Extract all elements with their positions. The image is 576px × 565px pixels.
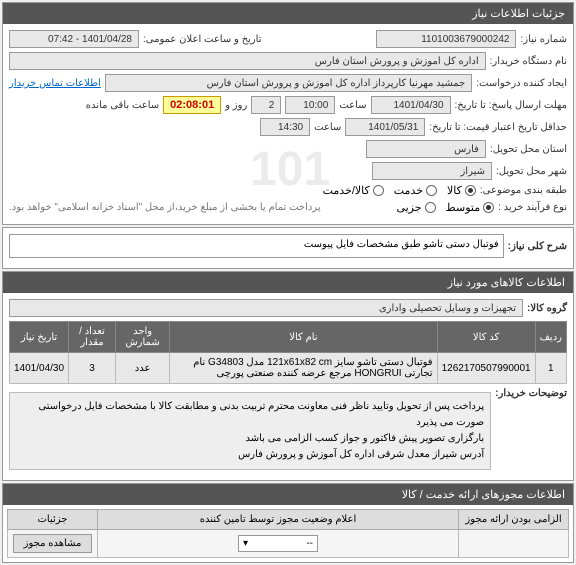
day-label: روز و [225, 100, 247, 111]
th-mandatory: الزامی بودن ارائه مجوز [459, 510, 569, 530]
validity-time: 14:30 [260, 118, 310, 136]
permits-header: اطلاعات مجوزهای ارائه خدمت / کالا [3, 484, 573, 505]
th-qty: تعداد / مقدار [69, 322, 116, 353]
need-details-panel: جزئیات اطلاعات نیاز شماره نیاز: 11010036… [2, 2, 574, 225]
city-label: شهر محل تحویل: [496, 166, 567, 177]
need-details-header: جزئیات اطلاعات نیاز [3, 3, 573, 24]
creator-value: جمشید مهرنیا کارپرداز اداره کل اموزش و پ… [105, 74, 472, 92]
items-panel: اطلاعات کالاهای مورد نیاز گروه کالا: تجه… [2, 271, 574, 481]
radio-mid[interactable] [483, 202, 494, 213]
city-value: شیراز [372, 162, 492, 180]
validity-date: 1401/05/31 [345, 118, 425, 136]
buyer-value: اداره کل اموزش و پرورش استان فارس [9, 52, 486, 70]
th-row: ردیف [535, 322, 566, 353]
validity-label: حداقل تاریخ اعتبار قیمت: تا تاریخ: [429, 122, 567, 133]
day-value: 2 [251, 96, 281, 114]
deadline-label: مهلت ارسال پاسخ: تا تاریخ: [455, 100, 567, 111]
permits-table: الزامی بودن ارائه مجوز اعلام وضعیت مجوز … [7, 509, 569, 558]
process-label: نوع فرآیند خرید : [498, 202, 567, 213]
radio-small-label: جزیی [396, 201, 421, 214]
th-name: نام کالا [170, 322, 437, 353]
desc-label: شرح کلی نیاز: [508, 241, 567, 252]
cell-qty: 3 [69, 353, 116, 384]
province-label: استان محل تحویل: [490, 144, 567, 155]
desc-panel: شرح کلی نیاز: فوتبال دستی تاشو طبق مشخصا… [2, 227, 574, 269]
creator-label: ایجاد کننده درخواست: [476, 78, 567, 89]
buyer-notes-label: توضیحات خریدار: [495, 388, 567, 399]
view-permit-button[interactable]: مشاهده مجوز [13, 534, 93, 553]
radio-khadamat-label: خدمت [394, 184, 423, 197]
th-details: جزئیات [8, 510, 98, 530]
table-row: -- ▾ مشاهده مجوز [8, 530, 569, 558]
group-label: گروه کالا: [527, 303, 567, 314]
time-label-2: ساعت [314, 122, 341, 133]
cell-name: فوتبال دستی تاشو سایز 121x61x82 cm مدل G… [170, 353, 437, 384]
payment-note: پرداخت تمام یا بخشی از مبلغ خرید،از محل … [9, 202, 321, 213]
th-status: اعلام وضعیت مجوز توسط تامین کننده [98, 510, 459, 530]
contact-link[interactable]: اطلاعات تماس خریدار [9, 78, 101, 89]
process-radio-group: متوسط جزیی [396, 201, 494, 214]
category-radio-group: کالا خدمت کالا/خدمت [323, 184, 476, 197]
time-label-1: ساعت [339, 100, 366, 111]
announce-label: تاریخ و ساعت اعلان عمومی: [143, 34, 262, 45]
th-unit: واحد شمارش [115, 322, 169, 353]
deadline-date: 1401/04/30 [371, 96, 451, 114]
radio-mid-label: متوسط [446, 201, 481, 214]
cell-status: -- ▾ [98, 530, 459, 558]
buyer-label: نام دستگاه خریدار: [490, 56, 567, 67]
province-value: فارس [366, 140, 486, 158]
chevron-down-icon: ▾ [243, 538, 248, 549]
cell-code: 1262170507990001 [437, 353, 535, 384]
table-row: 1 1262170507990001 فوتبال دستی تاشو سایز… [10, 353, 567, 384]
radio-kala[interactable] [465, 185, 476, 196]
radio-both-label: کالا/خدمت [323, 184, 370, 197]
th-code: کد کالا [437, 322, 535, 353]
status-select[interactable]: -- ▾ [238, 535, 318, 552]
need-no-value: 1101003679000242 [376, 30, 516, 48]
radio-both[interactable] [373, 185, 384, 196]
remaining-label: ساعت باقی مانده [86, 100, 159, 111]
group-value: تجهیزات و وسایل تحصیلی واداری [9, 299, 523, 317]
remaining-time: 02:08:01 [163, 96, 221, 114]
desc-value: فوتبال دستی تاشو طبق مشخصات فایل پیوست [9, 234, 504, 258]
permits-panel: اطلاعات مجوزهای ارائه خدمت / کالا الزامی… [2, 483, 574, 563]
radio-kala-label: کالا [447, 184, 462, 197]
buyer-notes: پرداخت پس از تحویل وتایید ناظر فنی معاون… [9, 392, 491, 470]
radio-khadamat[interactable] [426, 185, 437, 196]
items-header: اطلاعات کالاهای مورد نیاز [3, 272, 573, 293]
radio-small[interactable] [425, 202, 436, 213]
need-no-label: شماره نیاز: [520, 34, 567, 45]
cell-mandatory [459, 530, 569, 558]
th-date: تاریخ نیاز [10, 322, 69, 353]
category-label: طبقه بندی موضوعی: [480, 185, 567, 196]
cell-unit: عدد [115, 353, 169, 384]
cell-details: مشاهده مجوز [8, 530, 98, 558]
deadline-time: 10:00 [285, 96, 335, 114]
select-value: -- [306, 538, 313, 549]
items-table: ردیف کد کالا نام کالا واحد شمارش تعداد /… [9, 321, 567, 384]
cell-date: 1401/04/30 [10, 353, 69, 384]
announce-value: 1401/04/28 - 07:42 [9, 30, 139, 48]
cell-row: 1 [535, 353, 566, 384]
